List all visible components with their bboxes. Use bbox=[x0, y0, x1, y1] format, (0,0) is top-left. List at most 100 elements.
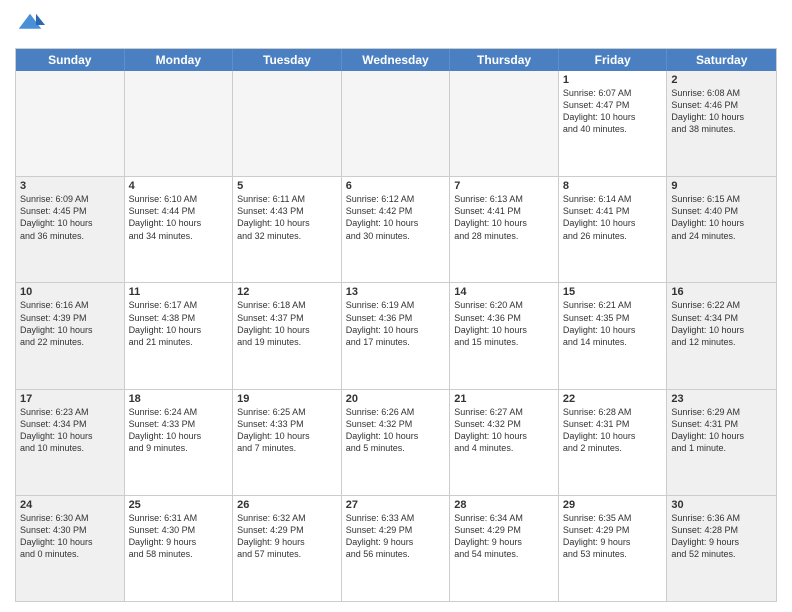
day-number: 6 bbox=[346, 180, 446, 192]
day-number: 18 bbox=[129, 393, 229, 405]
cal-cell: 9Sunrise: 6:15 AMSunset: 4:40 PMDaylight… bbox=[667, 177, 776, 282]
header-day-friday: Friday bbox=[559, 49, 668, 71]
day-info: Sunrise: 6:17 AMSunset: 4:38 PMDaylight:… bbox=[129, 299, 229, 348]
day-info: Sunrise: 6:20 AMSunset: 4:36 PMDaylight:… bbox=[454, 299, 554, 348]
day-number: 29 bbox=[563, 499, 663, 511]
day-number: 21 bbox=[454, 393, 554, 405]
day-info: Sunrise: 6:18 AMSunset: 4:37 PMDaylight:… bbox=[237, 299, 337, 348]
header-day-monday: Monday bbox=[125, 49, 234, 71]
header-day-saturday: Saturday bbox=[667, 49, 776, 71]
day-info: Sunrise: 6:15 AMSunset: 4:40 PMDaylight:… bbox=[671, 193, 772, 242]
day-number: 15 bbox=[563, 286, 663, 298]
cal-row-3: 17Sunrise: 6:23 AMSunset: 4:34 PMDayligh… bbox=[16, 389, 776, 495]
day-info: Sunrise: 6:30 AMSunset: 4:30 PMDaylight:… bbox=[20, 512, 120, 561]
day-number: 7 bbox=[454, 180, 554, 192]
day-number: 23 bbox=[671, 393, 772, 405]
day-number: 14 bbox=[454, 286, 554, 298]
day-number: 25 bbox=[129, 499, 229, 511]
cal-cell: 16Sunrise: 6:22 AMSunset: 4:34 PMDayligh… bbox=[667, 283, 776, 388]
cal-cell bbox=[233, 71, 342, 176]
cal-cell: 28Sunrise: 6:34 AMSunset: 4:29 PMDayligh… bbox=[450, 496, 559, 601]
cal-cell bbox=[342, 71, 451, 176]
header-day-tuesday: Tuesday bbox=[233, 49, 342, 71]
cal-cell: 22Sunrise: 6:28 AMSunset: 4:31 PMDayligh… bbox=[559, 390, 668, 495]
day-info: Sunrise: 6:21 AMSunset: 4:35 PMDaylight:… bbox=[563, 299, 663, 348]
day-info: Sunrise: 6:26 AMSunset: 4:32 PMDaylight:… bbox=[346, 406, 446, 455]
cal-cell: 26Sunrise: 6:32 AMSunset: 4:29 PMDayligh… bbox=[233, 496, 342, 601]
header bbox=[15, 10, 777, 40]
cal-cell: 6Sunrise: 6:12 AMSunset: 4:42 PMDaylight… bbox=[342, 177, 451, 282]
day-info: Sunrise: 6:07 AMSunset: 4:47 PMDaylight:… bbox=[563, 87, 663, 136]
cal-cell: 13Sunrise: 6:19 AMSunset: 4:36 PMDayligh… bbox=[342, 283, 451, 388]
day-info: Sunrise: 6:24 AMSunset: 4:33 PMDaylight:… bbox=[129, 406, 229, 455]
cal-row-0: 1Sunrise: 6:07 AMSunset: 4:47 PMDaylight… bbox=[16, 71, 776, 176]
cal-cell: 4Sunrise: 6:10 AMSunset: 4:44 PMDaylight… bbox=[125, 177, 234, 282]
cal-cell: 18Sunrise: 6:24 AMSunset: 4:33 PMDayligh… bbox=[125, 390, 234, 495]
day-info: Sunrise: 6:29 AMSunset: 4:31 PMDaylight:… bbox=[671, 406, 772, 455]
day-info: Sunrise: 6:09 AMSunset: 4:45 PMDaylight:… bbox=[20, 193, 120, 242]
day-info: Sunrise: 6:25 AMSunset: 4:33 PMDaylight:… bbox=[237, 406, 337, 455]
cal-cell bbox=[450, 71, 559, 176]
cal-cell: 14Sunrise: 6:20 AMSunset: 4:36 PMDayligh… bbox=[450, 283, 559, 388]
day-info: Sunrise: 6:10 AMSunset: 4:44 PMDaylight:… bbox=[129, 193, 229, 242]
day-info: Sunrise: 6:16 AMSunset: 4:39 PMDaylight:… bbox=[20, 299, 120, 348]
day-info: Sunrise: 6:12 AMSunset: 4:42 PMDaylight:… bbox=[346, 193, 446, 242]
day-number: 17 bbox=[20, 393, 120, 405]
day-number: 5 bbox=[237, 180, 337, 192]
day-info: Sunrise: 6:22 AMSunset: 4:34 PMDaylight:… bbox=[671, 299, 772, 348]
cal-row-2: 10Sunrise: 6:16 AMSunset: 4:39 PMDayligh… bbox=[16, 282, 776, 388]
day-number: 28 bbox=[454, 499, 554, 511]
logo-icon bbox=[15, 10, 45, 40]
day-number: 13 bbox=[346, 286, 446, 298]
day-number: 20 bbox=[346, 393, 446, 405]
day-info: Sunrise: 6:28 AMSunset: 4:31 PMDaylight:… bbox=[563, 406, 663, 455]
cal-cell: 1Sunrise: 6:07 AMSunset: 4:47 PMDaylight… bbox=[559, 71, 668, 176]
day-number: 4 bbox=[129, 180, 229, 192]
header-day-wednesday: Wednesday bbox=[342, 49, 451, 71]
cal-cell: 2Sunrise: 6:08 AMSunset: 4:46 PMDaylight… bbox=[667, 71, 776, 176]
cal-cell: 25Sunrise: 6:31 AMSunset: 4:30 PMDayligh… bbox=[125, 496, 234, 601]
cal-cell bbox=[125, 71, 234, 176]
day-number: 3 bbox=[20, 180, 120, 192]
day-info: Sunrise: 6:08 AMSunset: 4:46 PMDaylight:… bbox=[671, 87, 772, 136]
cal-cell: 27Sunrise: 6:33 AMSunset: 4:29 PMDayligh… bbox=[342, 496, 451, 601]
calendar: SundayMondayTuesdayWednesdayThursdayFrid… bbox=[15, 48, 777, 602]
page: SundayMondayTuesdayWednesdayThursdayFrid… bbox=[0, 0, 792, 612]
day-number: 2 bbox=[671, 74, 772, 86]
day-number: 10 bbox=[20, 286, 120, 298]
day-info: Sunrise: 6:31 AMSunset: 4:30 PMDaylight:… bbox=[129, 512, 229, 561]
header-day-thursday: Thursday bbox=[450, 49, 559, 71]
day-info: Sunrise: 6:34 AMSunset: 4:29 PMDaylight:… bbox=[454, 512, 554, 561]
day-info: Sunrise: 6:13 AMSunset: 4:41 PMDaylight:… bbox=[454, 193, 554, 242]
day-info: Sunrise: 6:27 AMSunset: 4:32 PMDaylight:… bbox=[454, 406, 554, 455]
day-info: Sunrise: 6:14 AMSunset: 4:41 PMDaylight:… bbox=[563, 193, 663, 242]
logo bbox=[15, 10, 49, 40]
day-number: 1 bbox=[563, 74, 663, 86]
cal-cell: 10Sunrise: 6:16 AMSunset: 4:39 PMDayligh… bbox=[16, 283, 125, 388]
cal-cell: 3Sunrise: 6:09 AMSunset: 4:45 PMDaylight… bbox=[16, 177, 125, 282]
header-day-sunday: Sunday bbox=[16, 49, 125, 71]
cal-cell bbox=[16, 71, 125, 176]
day-number: 11 bbox=[129, 286, 229, 298]
cal-cell: 17Sunrise: 6:23 AMSunset: 4:34 PMDayligh… bbox=[16, 390, 125, 495]
day-number: 30 bbox=[671, 499, 772, 511]
cal-cell: 19Sunrise: 6:25 AMSunset: 4:33 PMDayligh… bbox=[233, 390, 342, 495]
calendar-body: 1Sunrise: 6:07 AMSunset: 4:47 PMDaylight… bbox=[16, 71, 776, 601]
cal-cell: 12Sunrise: 6:18 AMSunset: 4:37 PMDayligh… bbox=[233, 283, 342, 388]
cal-cell: 15Sunrise: 6:21 AMSunset: 4:35 PMDayligh… bbox=[559, 283, 668, 388]
day-info: Sunrise: 6:33 AMSunset: 4:29 PMDaylight:… bbox=[346, 512, 446, 561]
day-number: 12 bbox=[237, 286, 337, 298]
day-info: Sunrise: 6:32 AMSunset: 4:29 PMDaylight:… bbox=[237, 512, 337, 561]
day-number: 16 bbox=[671, 286, 772, 298]
cal-cell: 23Sunrise: 6:29 AMSunset: 4:31 PMDayligh… bbox=[667, 390, 776, 495]
cal-cell: 24Sunrise: 6:30 AMSunset: 4:30 PMDayligh… bbox=[16, 496, 125, 601]
cal-cell: 29Sunrise: 6:35 AMSunset: 4:29 PMDayligh… bbox=[559, 496, 668, 601]
cal-cell: 21Sunrise: 6:27 AMSunset: 4:32 PMDayligh… bbox=[450, 390, 559, 495]
day-info: Sunrise: 6:35 AMSunset: 4:29 PMDaylight:… bbox=[563, 512, 663, 561]
day-number: 26 bbox=[237, 499, 337, 511]
cal-row-4: 24Sunrise: 6:30 AMSunset: 4:30 PMDayligh… bbox=[16, 495, 776, 601]
day-number: 8 bbox=[563, 180, 663, 192]
day-number: 24 bbox=[20, 499, 120, 511]
day-number: 27 bbox=[346, 499, 446, 511]
cal-cell: 30Sunrise: 6:36 AMSunset: 4:28 PMDayligh… bbox=[667, 496, 776, 601]
